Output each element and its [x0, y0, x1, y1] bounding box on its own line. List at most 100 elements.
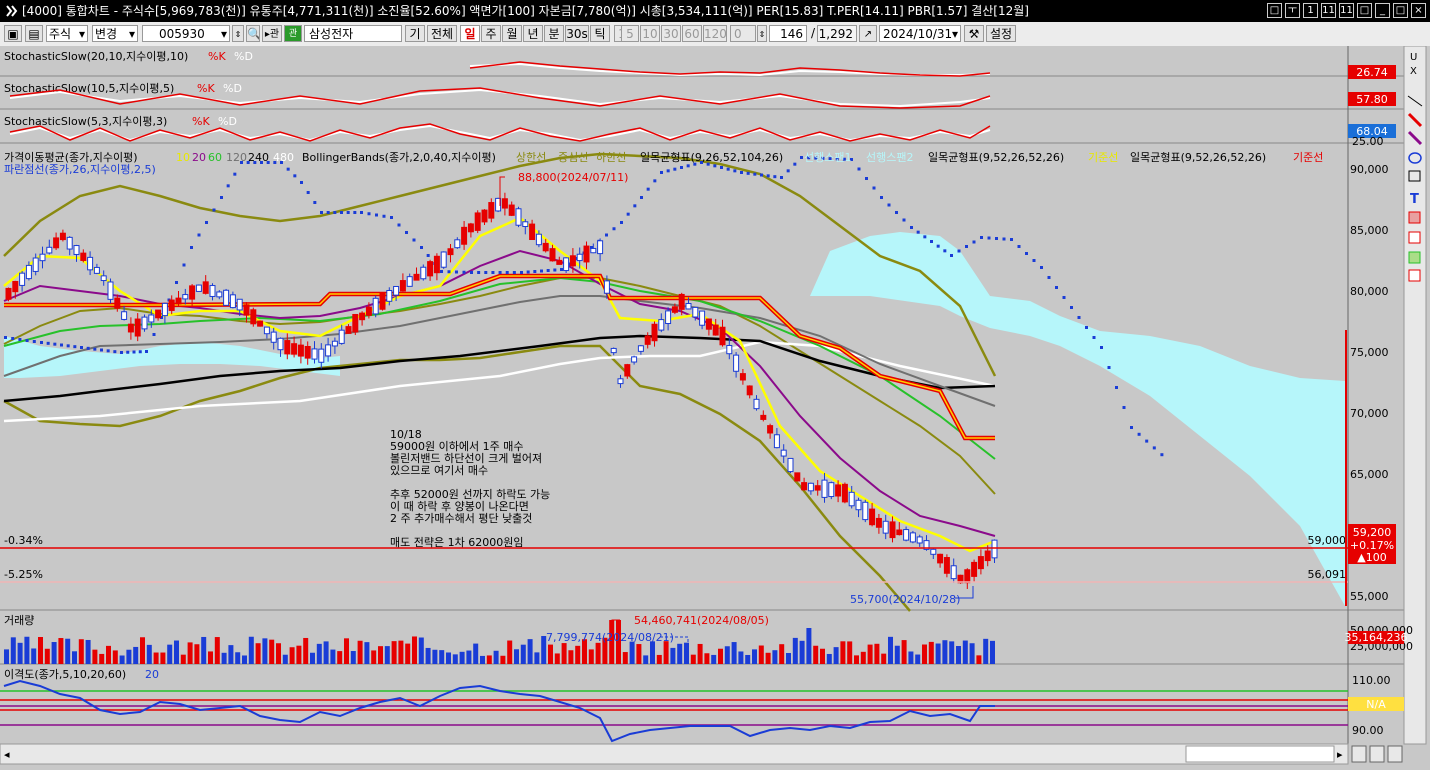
volume-bar: [588, 649, 594, 664]
scrollbar-track[interactable]: [0, 743, 1349, 765]
market-select[interactable]: 주식 ▾: [46, 25, 88, 42]
fib-tool-icon[interactable]: [1408, 211, 1421, 224]
sar-dot: [447, 270, 451, 274]
window-button[interactable]: 1: [1303, 3, 1318, 18]
volume-bar: [942, 640, 948, 664]
grid-toggle-icon[interactable]: [1387, 745, 1403, 763]
period-month-tab[interactable]: 월: [502, 25, 522, 42]
sar-dot: [753, 172, 757, 176]
chart-area[interactable]: StochasticSlow(20,10,지수이평,10) %K %D 26.7…: [0, 45, 1430, 766]
chart-svg[interactable]: StochasticSlow(20,10,지수이평,10) %K %D 26.7…: [0, 45, 1430, 766]
window-button[interactable]: □: [1267, 3, 1282, 18]
maximize-button[interactable]: □: [1393, 3, 1408, 18]
window-button[interactable]: 11: [1321, 3, 1336, 18]
candle-body: [284, 340, 291, 355]
sar-dot: [740, 171, 743, 174]
candle-body: [379, 292, 386, 310]
cycle-tool-icon[interactable]: [1408, 269, 1421, 282]
zoom-out-icon[interactable]: [1351, 745, 1367, 763]
sar-dot: [746, 171, 750, 175]
pattern-tool-icon[interactable]: [1408, 251, 1421, 264]
settings-button[interactable]: 설정: [986, 25, 1016, 42]
sar-dot: [390, 216, 393, 219]
stepper-icon[interactable]: ⇕: [232, 25, 244, 42]
window-button[interactable]: □: [1357, 3, 1372, 18]
sar-dot: [987, 236, 991, 240]
tool-icon[interactable]: ⚒: [964, 25, 984, 42]
sar-dot: [1107, 366, 1111, 369]
spin-stepper-icon[interactable]: ⇕: [757, 25, 767, 42]
sar-dot: [233, 172, 237, 176]
sar-dot: [1115, 386, 1118, 389]
volume-bar: [92, 649, 98, 664]
period-year-tab[interactable]: 년: [523, 25, 543, 42]
volume-bar: [85, 639, 91, 664]
volume-bar: [180, 654, 186, 664]
sar-dot: [326, 211, 330, 214]
sar-dot: [666, 169, 670, 173]
window-button[interactable]: 11: [1339, 3, 1354, 18]
gi-button[interactable]: 기: [405, 25, 425, 42]
all-button[interactable]: 전체: [427, 25, 457, 42]
stoch3-label: StochasticSlow(5,3,지수이평,3): [4, 115, 167, 128]
interval-60[interactable]: 60: [682, 25, 702, 42]
panel-x-icon[interactable]: X: [1410, 66, 1417, 77]
candle-body: [964, 569, 971, 584]
screen-icon[interactable]: ▤: [25, 25, 43, 42]
interval-5[interactable]: 5: [621, 25, 639, 42]
sar-dot: [1085, 326, 1088, 329]
volume-bar: [548, 644, 553, 664]
scroll-right-icon[interactable]: ▸: [1337, 748, 1343, 761]
period-30s-tab[interactable]: 30s: [565, 25, 589, 42]
search-icon[interactable]: 🔍: [246, 25, 260, 42]
window-button[interactable]: ㅜ: [1285, 3, 1300, 18]
candle-body: [148, 314, 155, 323]
volume-bar: [384, 646, 390, 664]
text-tool-icon[interactable]: T: [1410, 192, 1419, 207]
candle-body: [855, 499, 862, 511]
zoom-in-icon[interactable]: [1369, 745, 1385, 763]
gann-tool-icon[interactable]: [1408, 231, 1421, 244]
minimize-button[interactable]: _: [1375, 3, 1390, 18]
sar-dot: [440, 270, 443, 273]
memo-line: 매도 전략은 1차 62000원임: [390, 536, 523, 549]
stock-name-field[interactable]: 삼성전자: [304, 25, 402, 42]
period-tick-tab[interactable]: 틱: [590, 25, 610, 42]
count-input[interactable]: 146: [769, 25, 807, 42]
volume-bar: [473, 643, 479, 664]
chart-type-icon[interactable]: ↗: [859, 25, 877, 42]
prev-next-icon[interactable]: ▸관: [262, 25, 282, 42]
y-tick: 90,000: [1350, 163, 1389, 176]
candle-body: [821, 479, 828, 498]
candle-body: [365, 306, 372, 316]
change-select[interactable]: 변경 ▾: [92, 25, 138, 42]
volume-bar: [167, 644, 173, 664]
sar-dot: [1055, 286, 1058, 289]
date-picker[interactable]: 2024/10/31 ▾: [879, 25, 961, 42]
scrollbar-thumb[interactable]: [1185, 745, 1335, 763]
period-week-tab[interactable]: 주: [481, 25, 501, 42]
sar-dot: [498, 271, 502, 274]
ref-value-2: 56,091: [1308, 568, 1347, 581]
interval-10[interactable]: 10: [640, 25, 660, 42]
volume-bar: [786, 652, 791, 664]
stock-name-value: 삼성전자: [309, 27, 354, 41]
sar-dot: [505, 271, 509, 274]
candle-body: [32, 257, 39, 272]
spin-input[interactable]: 0: [730, 25, 756, 42]
chart-menu-icon[interactable]: ▣: [4, 25, 22, 42]
sar-dot: [936, 244, 940, 248]
candle-body: [603, 280, 610, 294]
volume-bar: [112, 650, 118, 664]
panel-u-icon[interactable]: U: [1410, 52, 1417, 63]
green-badge-icon[interactable]: 관: [284, 25, 302, 42]
stock-code-input[interactable]: 005930 ▾: [142, 25, 230, 42]
volume-bar: [765, 652, 771, 664]
close-button[interactable]: ×: [1411, 3, 1426, 18]
period-day-tab[interactable]: 일: [460, 25, 480, 42]
volume-bar: [738, 651, 744, 664]
period-minute-tab[interactable]: 분: [544, 25, 564, 42]
interval-120[interactable]: 120: [703, 25, 727, 42]
scroll-left-icon[interactable]: ◂: [4, 748, 10, 761]
interval-30[interactable]: 30: [661, 25, 681, 42]
